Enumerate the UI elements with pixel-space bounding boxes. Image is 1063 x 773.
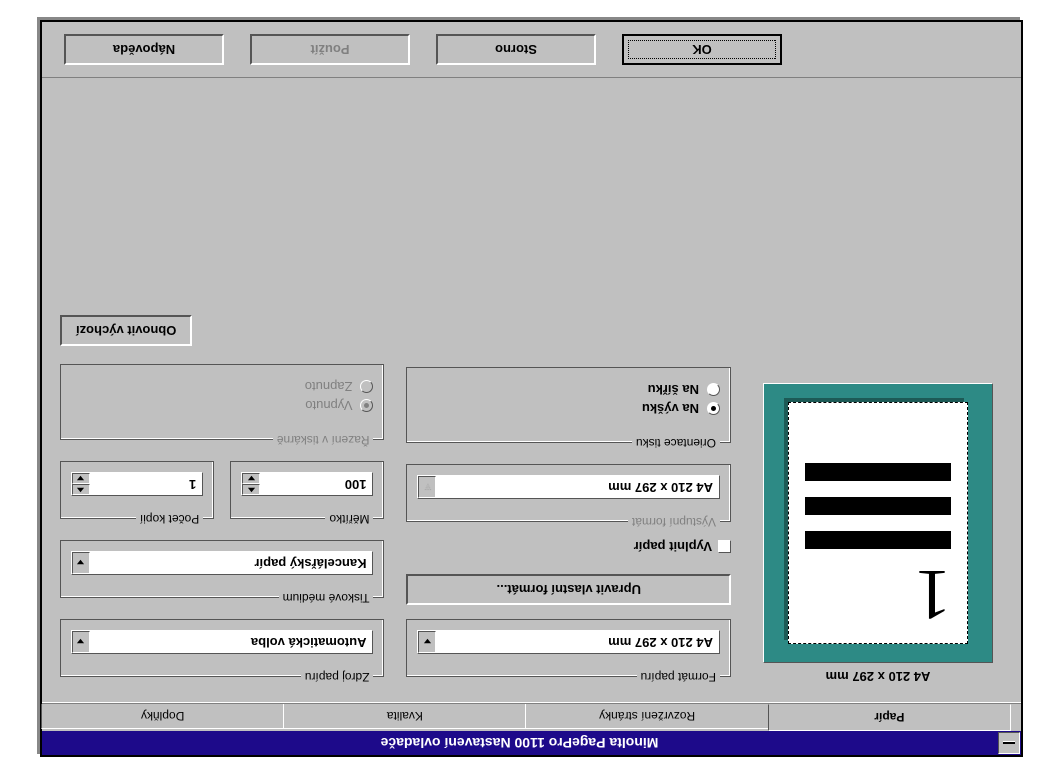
radio-icon: [361, 380, 374, 393]
print-media-group: Tiskové médium Kancelářský papír: [60, 540, 385, 605]
tab-doplnky[interactable]: Doplňky: [41, 704, 284, 729]
scale-group: Měřítko 100: [230, 461, 384, 526]
radio-icon: [361, 399, 374, 412]
tab-content: A4 210 x 297 mm 1 Formát papíru A4 210 x…: [42, 78, 1021, 703]
print-media-legend: Tiskové médium: [279, 591, 374, 605]
orientation-landscape-label: Na šířku: [648, 382, 699, 397]
copies-legend: Počet kopií: [136, 512, 203, 526]
titlebar: Minolta PagePro 1100 Nastavení ovladače: [42, 731, 1021, 755]
paper-source-value: Automatická volba: [90, 631, 373, 653]
paper-format-combo[interactable]: A4 210 x 297 mm: [418, 630, 721, 654]
ok-button[interactable]: OK: [622, 34, 782, 65]
chevron-down-icon[interactable]: [242, 473, 260, 484]
system-menu-icon[interactable]: [998, 732, 1020, 754]
collate-on-label: Zapnuto: [305, 379, 353, 394]
dialog-footer: OK Storno Použít Nápověda: [42, 22, 1021, 78]
chevron-down-icon[interactable]: [72, 473, 90, 484]
cancel-button[interactable]: Storno: [436, 34, 596, 65]
scale-legend: Měřítko: [325, 512, 373, 526]
paper-source-legend: Zdroj papíru: [301, 670, 374, 684]
restore-defaults-button[interactable]: Obnovit výchozí: [60, 315, 192, 346]
page-preview: 1: [763, 383, 993, 663]
edit-custom-format-button[interactable]: Upravit vlastní formát...: [407, 574, 732, 605]
print-media-value: Kancelářský papír: [90, 552, 373, 574]
paper-source-group: Zdroj papíru Automatická volba: [60, 619, 385, 684]
orientation-landscape-radio[interactable]: Na šířku: [418, 382, 721, 397]
chevron-up-icon[interactable]: [242, 484, 260, 495]
orientation-legend: Orientace tisku: [632, 436, 720, 450]
chevron-up-icon[interactable]: [72, 484, 90, 495]
tab-kvalita[interactable]: Kvalita: [283, 704, 526, 729]
paper-format-value: A4 210 x 297 mm: [437, 631, 720, 653]
fill-paper-label: Vyplnit papír: [634, 539, 712, 554]
preview-line: [805, 463, 951, 481]
window-title: Minolta PagePro 1100 Nastavení ovladače: [42, 735, 997, 751]
tab-papir[interactable]: Papír: [768, 704, 1011, 731]
preview-line: [805, 497, 951, 515]
output-format-group: Výstupní formát A4 210 x 297 mm: [407, 464, 732, 529]
copies-value: 1: [90, 473, 202, 495]
pattern-down-icon[interactable]: [419, 476, 437, 498]
collate-group: Řazení v tiskárně Vypnuto Zapnuto: [60, 364, 385, 447]
chevron-down-icon[interactable]: [72, 631, 90, 653]
radio-icon: [707, 383, 720, 396]
print-media-combo[interactable]: Kancelářský papír: [71, 551, 374, 575]
scale-spinner[interactable]: 100: [241, 472, 373, 496]
preview-page: 1: [788, 402, 968, 644]
checkbox-icon: [718, 540, 731, 553]
chevron-down-icon[interactable]: [72, 552, 90, 574]
fill-paper-checkbox[interactable]: Vyplnit papír: [407, 539, 732, 554]
output-format-value: A4 210 x 297 mm: [437, 476, 720, 498]
tab-strip: Papír Rozvržení stránky Kvalita Doplňky: [42, 703, 1021, 731]
output-format-combo[interactable]: A4 210 x 297 mm: [418, 475, 721, 499]
copies-group: Počet kopií 1: [60, 461, 214, 526]
paper-source-combo[interactable]: Automatická volba: [71, 630, 374, 654]
radio-icon: [707, 402, 720, 415]
collate-off-radio: Vypnuto: [71, 398, 374, 413]
paper-format-group: Formát papíru A4 210 x 297 mm: [407, 619, 732, 684]
orientation-group: Orientace tisku Na výšku Na šířku: [407, 367, 732, 450]
collate-off-label: Vypnuto: [305, 398, 352, 413]
dialog-window: Minolta PagePro 1100 Nastavení ovladače …: [40, 20, 1023, 757]
chevron-down-icon[interactable]: [419, 631, 437, 653]
help-button[interactable]: Nápověda: [64, 34, 224, 65]
scale-value: 100: [260, 473, 372, 495]
collate-on-radio: Zapnuto: [71, 379, 374, 394]
copies-spinner[interactable]: 1: [71, 472, 203, 496]
preview-size-label: A4 210 x 297 mm: [826, 669, 931, 684]
paper-format-legend: Formát papíru: [637, 670, 720, 684]
orientation-portrait-radio[interactable]: Na výšku: [418, 401, 721, 416]
orientation-portrait-label: Na výšku: [642, 401, 699, 416]
apply-button[interactable]: Použít: [250, 34, 410, 65]
output-format-legend: Výstupní formát: [628, 515, 720, 529]
tab-rozvrzeni[interactable]: Rozvržení stránky: [526, 704, 769, 729]
preview-line: [805, 531, 951, 549]
preview-page-number: 1: [805, 565, 951, 625]
collate-legend: Řazení v tiskárně: [273, 433, 374, 447]
